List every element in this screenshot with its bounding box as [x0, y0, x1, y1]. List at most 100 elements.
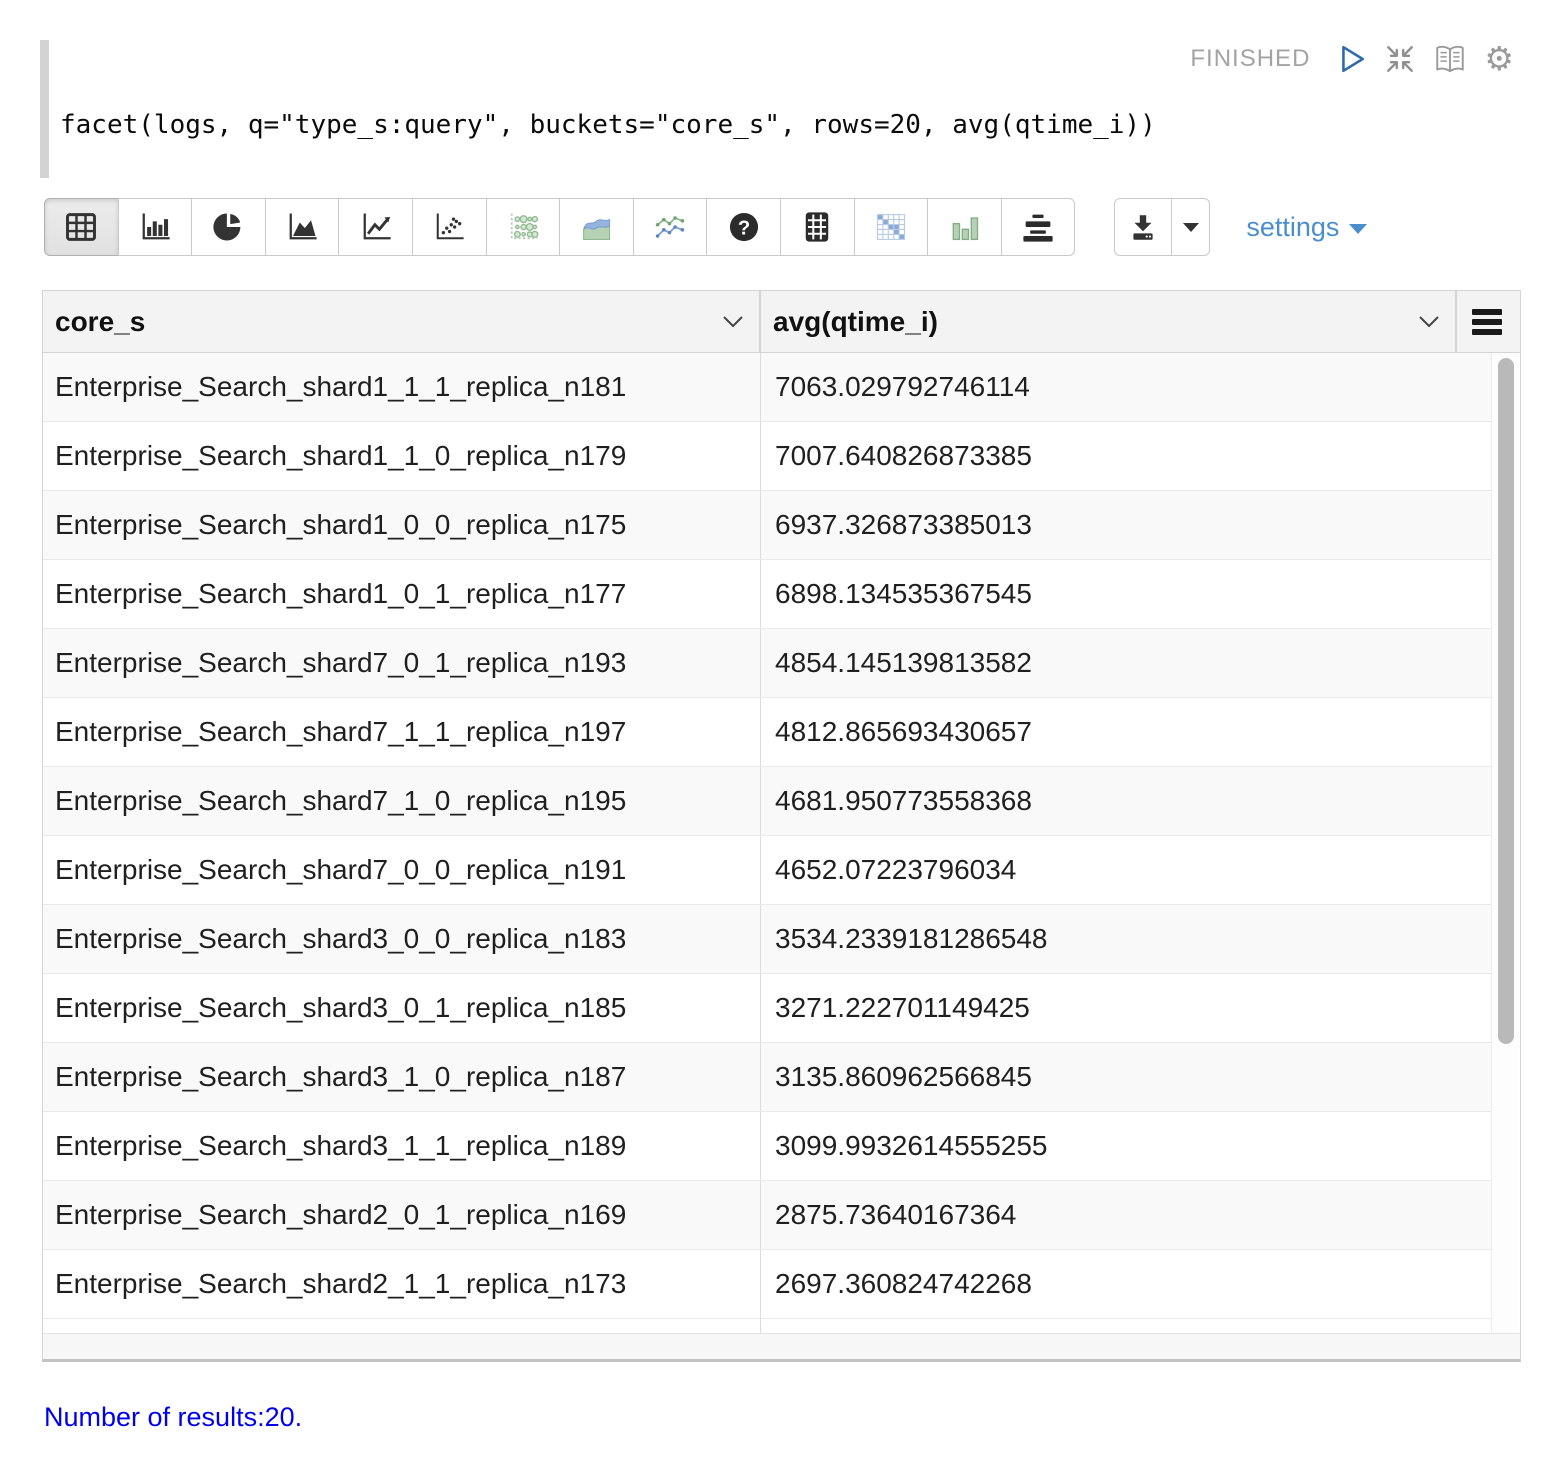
- vertical-scrollbar-thumb[interactable]: [1498, 358, 1514, 1044]
- table-rows: Enterprise_Search_shard1_1_1_replica_n18…: [43, 353, 1491, 1319]
- cell-core_s: Enterprise_Search_shard7_0_0_replica_n19…: [43, 836, 761, 904]
- settings-dropdown[interactable]: settings: [1246, 212, 1367, 243]
- column-header-core_s[interactable]: core_s: [43, 291, 761, 352]
- pie-chart-icon: [210, 210, 246, 244]
- code-line[interactable]: facet(logs, q="type_s:query", buckets="c…: [60, 110, 1156, 140]
- cell-avg: 6898.134535367545: [761, 560, 1491, 628]
- viz-pie-chart-button[interactable]: [191, 198, 266, 256]
- bar-chart-icon: [137, 210, 173, 244]
- table-icon: [63, 210, 99, 244]
- table-row[interactable]: Enterprise_Search_shard3_0_0_replica_n18…: [43, 905, 1491, 974]
- book-icon[interactable]: [1433, 43, 1467, 75]
- download-group: [1114, 198, 1210, 256]
- help-icon: ?: [726, 210, 762, 244]
- cell-avg: 4652.07223796034: [761, 836, 1491, 904]
- table-body: Enterprise_Search_shard1_1_1_replica_n18…: [43, 353, 1520, 1333]
- column-menu-chevron-icon[interactable]: [1417, 315, 1441, 329]
- cell-core_s: Enterprise_Search_shard1_0_1_replica_n17…: [43, 560, 761, 628]
- caret-down-icon: [1183, 223, 1199, 232]
- viz-area-chart-button[interactable]: [265, 198, 340, 256]
- viz-horizontal-bars-button[interactable]: [1001, 198, 1076, 256]
- download-button[interactable]: [1114, 198, 1172, 256]
- cell-avg: 6937.326873385013: [761, 491, 1491, 559]
- column-header-label: core_s: [55, 306, 713, 338]
- cell-avg: 2875.73640167364: [761, 1181, 1491, 1249]
- viz-heatmap-button[interactable]: [854, 198, 929, 256]
- viz-column-chart-button[interactable]: [927, 198, 1002, 256]
- cell-core_s: Enterprise_Search_shard1_0_0_replica_n17…: [43, 491, 761, 559]
- cell-avg: 7007.640826873385: [761, 422, 1491, 490]
- table-row[interactable]: Enterprise_Search_shard3_0_1_replica_n18…: [43, 974, 1491, 1043]
- cell-avg: 7063.029792746114: [761, 353, 1491, 421]
- gear-icon[interactable]: ⚙: [1484, 42, 1514, 75]
- viz-table-button[interactable]: [44, 198, 119, 256]
- column-chart-icon: [946, 210, 982, 244]
- cell-core_s: Enterprise_Search_shard3_1_1_replica_n18…: [43, 1112, 761, 1180]
- visualization-toolbar: ?: [44, 198, 1367, 256]
- table-row[interactable]: Enterprise_Search_shard3_1_0_replica_n18…: [43, 1043, 1491, 1112]
- viz-scatter-chart-button[interactable]: [412, 198, 487, 256]
- results-count-text: Number of results:20.: [44, 1402, 302, 1433]
- horizontal-scrollbar[interactable]: [43, 1333, 1520, 1359]
- cell-avg: 3135.860962566845: [761, 1043, 1491, 1111]
- cell-avg: 4681.950773558368: [761, 767, 1491, 835]
- stacked-area-chart-icon: [578, 210, 614, 244]
- cell-core_s: Enterprise_Search_shard7_1_1_replica_n19…: [43, 698, 761, 766]
- table-row[interactable]: Enterprise_Search_shard1_0_1_replica_n17…: [43, 560, 1491, 629]
- editor-gutter: [40, 40, 49, 178]
- table-row[interactable]: Enterprise_Search_shard1_1_1_replica_n18…: [43, 353, 1491, 422]
- cell-avg: 4854.145139813582: [761, 629, 1491, 697]
- cell-avg: 3534.2339181286548: [761, 905, 1491, 973]
- chart-type-group: ?: [44, 198, 1075, 256]
- viz-stacked-area-button[interactable]: [559, 198, 634, 256]
- table-row[interactable]: Enterprise_Search_shard2_1_1_replica_n17…: [43, 1250, 1491, 1319]
- table-row[interactable]: Enterprise_Search_shard2_0_1_replica_n16…: [43, 1181, 1491, 1250]
- table-header: core_s avg(qtime_i): [43, 291, 1520, 353]
- column-header-avg-qtime[interactable]: avg(qtime_i): [761, 291, 1457, 352]
- viz-help-button[interactable]: ?: [706, 198, 781, 256]
- heatmap-icon: [873, 210, 909, 244]
- cell-core_s: Enterprise_Search_shard1_1_0_replica_n17…: [43, 422, 761, 490]
- multi-line-chart-icon: [652, 210, 688, 244]
- horizontal-bars-icon: [1020, 210, 1056, 244]
- bubble-chart-icon: [505, 210, 541, 244]
- settings-label: settings: [1246, 212, 1339, 243]
- table-row[interactable]: Enterprise_Search_shard7_0_0_replica_n19…: [43, 836, 1491, 905]
- table-row[interactable]: Enterprise_Search_shard7_1_1_replica_n19…: [43, 698, 1491, 767]
- cell-core_s: Enterprise_Search_shard2_0_1_replica_n16…: [43, 1181, 761, 1249]
- cell-core_s: Enterprise_Search_shard2_1_1_replica_n17…: [43, 1250, 761, 1318]
- viz-bar-chart-button[interactable]: [118, 198, 193, 256]
- viz-grid-table-button[interactable]: [780, 198, 855, 256]
- result-table: core_s avg(qtime_i) Enterprise_Search_sh…: [42, 290, 1521, 1362]
- cell-avg: 4812.865693430657: [761, 698, 1491, 766]
- scatter-chart-icon: [431, 210, 467, 244]
- cell-avg: 3271.222701149425: [761, 974, 1491, 1042]
- settings-caret-icon: [1349, 224, 1367, 234]
- cell-core_s: Enterprise_Search_shard3_0_1_replica_n18…: [43, 974, 761, 1042]
- grid-menu-icon: [1472, 309, 1502, 335]
- viz-bubble-chart-button[interactable]: [486, 198, 561, 256]
- vertical-scrollbar[interactable]: [1491, 353, 1519, 1333]
- table-row[interactable]: Enterprise_Search_shard1_0_0_replica_n17…: [43, 491, 1491, 560]
- viz-line-chart-button[interactable]: [338, 198, 413, 256]
- area-chart-icon: [284, 210, 320, 244]
- cell-core_s: Enterprise_Search_shard7_0_1_replica_n19…: [43, 629, 761, 697]
- table-row[interactable]: Enterprise_Search_shard7_0_1_replica_n19…: [43, 629, 1491, 698]
- download-caret-button[interactable]: [1172, 198, 1210, 256]
- run-icon[interactable]: [1337, 44, 1367, 74]
- line-chart-icon: [358, 210, 394, 244]
- viz-multi-line-button[interactable]: [633, 198, 708, 256]
- column-menu-chevron-icon[interactable]: [721, 315, 745, 329]
- column-header-label: avg(qtime_i): [773, 306, 1409, 338]
- table-row[interactable]: Enterprise_Search_shard1_1_0_replica_n17…: [43, 422, 1491, 491]
- download-icon: [1127, 211, 1159, 243]
- svg-text:?: ?: [737, 217, 749, 239]
- table-row-partial: [43, 1319, 1491, 1333]
- grid-menu-button[interactable]: [1457, 291, 1518, 352]
- cell-avg: 2697.360824742268: [761, 1250, 1491, 1318]
- collapse-icon[interactable]: [1384, 43, 1416, 75]
- table-row[interactable]: Enterprise_Search_shard3_1_1_replica_n18…: [43, 1112, 1491, 1181]
- cell-core_s: Enterprise_Search_shard1_1_1_replica_n18…: [43, 353, 761, 421]
- table-row[interactable]: Enterprise_Search_shard7_1_0_replica_n19…: [43, 767, 1491, 836]
- cell-core_s: Enterprise_Search_shard3_0_0_replica_n18…: [43, 905, 761, 973]
